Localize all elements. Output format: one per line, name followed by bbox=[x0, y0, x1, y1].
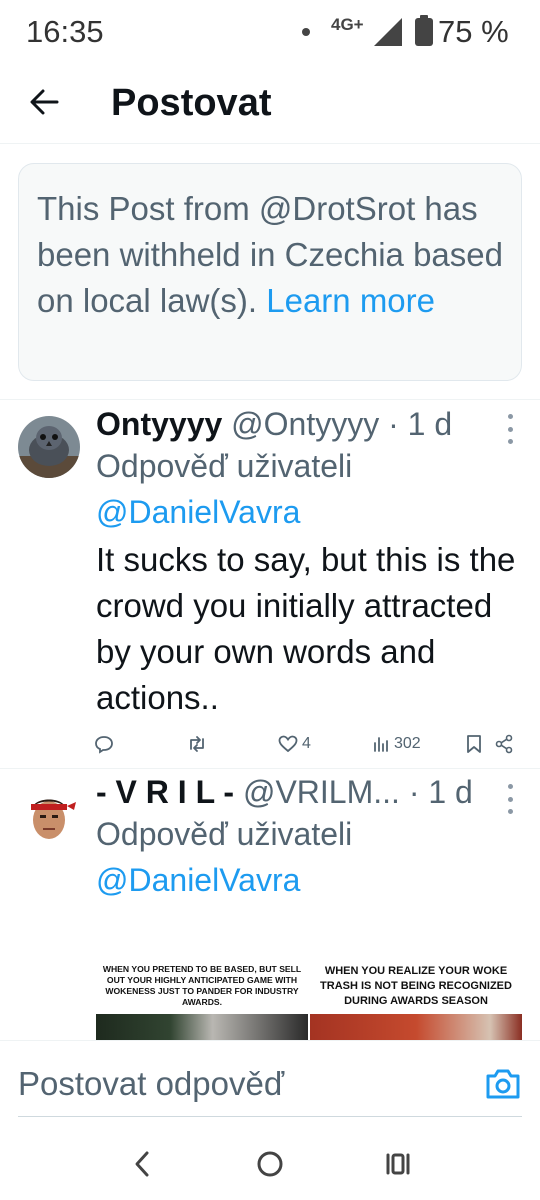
heart-icon bbox=[278, 735, 298, 753]
more-dot bbox=[507, 414, 513, 419]
avatar-image bbox=[18, 784, 80, 846]
meme-left-photo bbox=[96, 1014, 308, 1040]
views-chart-icon bbox=[374, 737, 388, 752]
meme-right-photo bbox=[310, 1014, 522, 1040]
more-dot bbox=[507, 439, 513, 444]
reply-to-mention[interactable]: @DanielVavra bbox=[96, 494, 300, 530]
like-count: 4 bbox=[302, 735, 311, 752]
meme-left-panel: WHEN YOU PRETEND TO BE BASED, BUT SELL O… bbox=[96, 958, 308, 1040]
author-row: - V R I L - @VRILM... · 1 d bbox=[96, 774, 473, 811]
post-time: · 1 d bbox=[408, 774, 473, 810]
more-dot bbox=[507, 426, 513, 432]
reply-composer bbox=[0, 1040, 540, 1128]
author-name[interactable]: - V R I L - bbox=[96, 774, 234, 810]
recents-icon bbox=[386, 1153, 410, 1175]
more-dot bbox=[507, 784, 513, 789]
withheld-notice: This Post from @DrotSrot has been withhe… bbox=[18, 163, 522, 381]
divider bbox=[0, 399, 540, 400]
nav-back-button[interactable] bbox=[122, 1146, 162, 1182]
action-bar: 4 302 bbox=[94, 730, 524, 758]
repost-button[interactable] bbox=[186, 730, 208, 758]
meme-image[interactable]: WHEN YOU PRETEND TO BE BASED, BUT SELL O… bbox=[96, 958, 522, 1040]
top-header: Postovat bbox=[0, 64, 540, 144]
reply-button[interactable] bbox=[94, 730, 114, 758]
arrow-left-icon bbox=[30, 89, 59, 115]
signal-icon bbox=[374, 18, 402, 46]
views-count: 302 bbox=[394, 735, 421, 752]
reply-to-prefix: Odpověď uživateli bbox=[96, 448, 353, 484]
chevron-left-icon bbox=[135, 1151, 149, 1177]
back-button[interactable] bbox=[24, 82, 64, 122]
camera-button[interactable] bbox=[484, 1067, 522, 1101]
notification-dot-icon bbox=[302, 28, 310, 36]
avatar[interactable] bbox=[18, 416, 80, 478]
avatar[interactable] bbox=[18, 784, 80, 846]
camera-icon bbox=[486, 1069, 520, 1099]
reply-to-prefix: Odpověď uživateli bbox=[96, 816, 353, 852]
avatar-image bbox=[18, 416, 80, 478]
reply-to-label: Odpověď uživateli @DanielVavra bbox=[96, 443, 496, 535]
meme-right-caption: WHEN YOU REALIZE YOUR WOKE TRASH IS NOT … bbox=[320, 964, 512, 1007]
divider bbox=[0, 768, 540, 769]
comment-icon bbox=[95, 736, 113, 754]
meme-left-caption: WHEN YOU PRETEND TO BE BASED, BUT SELL O… bbox=[102, 964, 302, 1007]
more-dot bbox=[507, 809, 513, 814]
nav-recents-button[interactable] bbox=[378, 1146, 418, 1182]
home-circle-icon bbox=[257, 1151, 283, 1177]
meme-right-panel: WHEN YOU REALIZE YOUR WOKE TRASH IS NOT … bbox=[310, 958, 522, 1040]
reply-to-mention[interactable]: @DanielVavra bbox=[96, 862, 300, 898]
author-handle[interactable]: @VRILM... bbox=[243, 774, 400, 810]
nav-home-button[interactable] bbox=[250, 1146, 290, 1182]
author-handle[interactable]: @Ontyyyy bbox=[231, 406, 379, 442]
bookmark-button[interactable] bbox=[466, 730, 482, 758]
bookmark-icon bbox=[467, 735, 481, 753]
composer-underline bbox=[18, 1116, 522, 1117]
network-type: 4G+ bbox=[331, 15, 364, 34]
system-nav-bar bbox=[0, 1128, 540, 1200]
reply-to-label: Odpověď uživateli @DanielVavra bbox=[96, 811, 496, 903]
share-icon bbox=[495, 734, 513, 754]
post-time: · 1 d bbox=[388, 406, 453, 442]
repost-icon bbox=[190, 736, 204, 752]
status-time: 16:35 bbox=[26, 14, 104, 49]
tweet-text: It sucks to say, but this is the crowd y… bbox=[96, 541, 516, 716]
views-button[interactable]: 302 bbox=[372, 730, 421, 758]
learn-more-link[interactable]: Learn more bbox=[266, 282, 435, 319]
share-button[interactable] bbox=[494, 730, 514, 758]
author-row: Ontyyyy @Ontyyyy · 1 d bbox=[96, 406, 452, 443]
battery-percent: 75 % bbox=[438, 14, 509, 49]
more-dot bbox=[507, 796, 513, 802]
reply-input[interactable] bbox=[18, 1061, 458, 1107]
more-options-button[interactable] bbox=[498, 414, 522, 444]
like-button[interactable]: 4 bbox=[278, 730, 311, 758]
page-title: Postovat bbox=[111, 82, 272, 124]
author-name[interactable]: Ontyyyy bbox=[96, 406, 222, 442]
more-options-button[interactable] bbox=[498, 784, 522, 814]
status-bar: 16:35 4G+ 75 % bbox=[0, 0, 540, 64]
battery-icon bbox=[415, 15, 433, 46]
